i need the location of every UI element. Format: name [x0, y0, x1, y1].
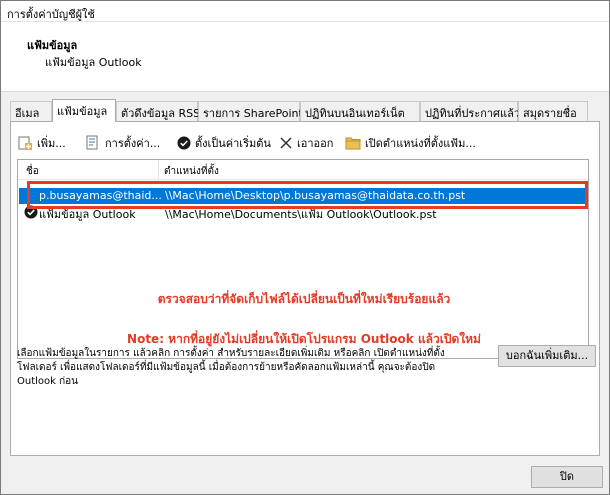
- close-button[interactable]: ปิด: [531, 466, 603, 488]
- tab-strip: อีเมล แฟ้มข้อมูล ตัวดึงข้อมูล RSS รายการ…: [10, 99, 600, 122]
- tab-internet-calendars[interactable]: ปฏิทินบนอินเทอร์เน็ต: [300, 101, 420, 121]
- description-line-3: Outlook ก่อน: [17, 376, 79, 387]
- tab-published-calendars[interactable]: ปฏิทินที่ประกาศแล้ว: [420, 101, 520, 121]
- set-default-button[interactable]: ตั้งเป็นค่าเริ่มต้น: [177, 134, 271, 152]
- data-files-panel: เพิ่ม... การตั้งค่า... ตั้งเป็นค่าเริ่มต…: [10, 121, 600, 456]
- settings-label: การตั้งค่า...: [105, 137, 161, 150]
- settings-button[interactable]: การตั้งค่า...: [85, 134, 160, 152]
- header-subtitle: แฟ้มข้อมูล Outlook: [45, 56, 142, 69]
- remove-x-icon: [280, 137, 292, 149]
- tab-rss-feeds[interactable]: ตัวดึงข้อมูล RSS: [116, 101, 200, 121]
- set-default-label: ตั้งเป็นค่าเริ่มต้น: [195, 137, 271, 150]
- tell-me-more-button[interactable]: บอกฉันเพิ่มเติม...: [498, 345, 596, 367]
- tab-address-books[interactable]: สมุดรายชื่อ: [518, 101, 588, 121]
- check-circle-icon: [177, 136, 191, 150]
- column-separator: [158, 160, 159, 180]
- list-header: ชื่อ ตำแหน่งที่ตั้ง: [18, 160, 588, 180]
- open-file-location-button[interactable]: เปิดตำแหน่งที่ตั้งแฟ้ม...: [345, 134, 476, 152]
- column-name[interactable]: ชื่อ: [26, 164, 39, 179]
- toolbar: เพิ่ม... การตั้งค่า... ตั้งเป็นค่าเริ่มต…: [17, 134, 587, 152]
- add-label: เพิ่ม...: [37, 137, 66, 150]
- settings-file-icon: [86, 135, 98, 150]
- annotation-highlight-box: [27, 181, 588, 209]
- folder-icon: [345, 137, 361, 150]
- tab-data-files[interactable]: แฟ้มข้อมูล: [52, 99, 116, 122]
- annotation-note-1: ตรวจสอบว่าที่จัดเก็บไฟล์ได้เปลี่ยนเป็นที…: [157, 292, 451, 306]
- account-settings-window: การตั้งค่าบัญชีผู้ใช้ แฟ้มข้อมูล แฟ้มข้อ…: [0, 0, 610, 495]
- open-location-label: เปิดตำแหน่งที่ตั้งแฟ้ม...: [365, 137, 476, 150]
- column-location[interactable]: ตำแหน่งที่ตั้ง: [164, 164, 219, 179]
- tab-email[interactable]: อีเมล: [10, 101, 52, 121]
- description-line-1: เลือกแฟ้มข้อมูลในรายการ แล้วคลิก การตั้ง…: [17, 348, 445, 359]
- tab-sharepoint-lists[interactable]: รายการ SharePoint: [198, 101, 303, 121]
- remove-label: เอาออก: [297, 137, 334, 150]
- add-file-icon: [18, 136, 32, 150]
- window-title: การตั้งค่าบัญชีผู้ใช้: [7, 8, 95, 21]
- help-description: เลือกแฟ้มข้อมูลในรายการ แล้วคลิก การตั้ง…: [17, 347, 477, 389]
- remove-button[interactable]: เอาออก: [279, 134, 333, 152]
- header-title: แฟ้มข้อมูล: [27, 39, 78, 52]
- description-line-2: โฟลเดอร์ เพื่อแสดงโฟลเดอร์ที่มีแฟ้มข้อมู…: [17, 362, 436, 373]
- title-bar[interactable]: การตั้งค่าบัญชีผู้ใช้: [1, 1, 609, 22]
- add-button[interactable]: เพิ่ม...: [17, 134, 66, 152]
- header-area: แฟ้มข้อมูล แฟ้มข้อมูล Outlook: [1, 22, 609, 92]
